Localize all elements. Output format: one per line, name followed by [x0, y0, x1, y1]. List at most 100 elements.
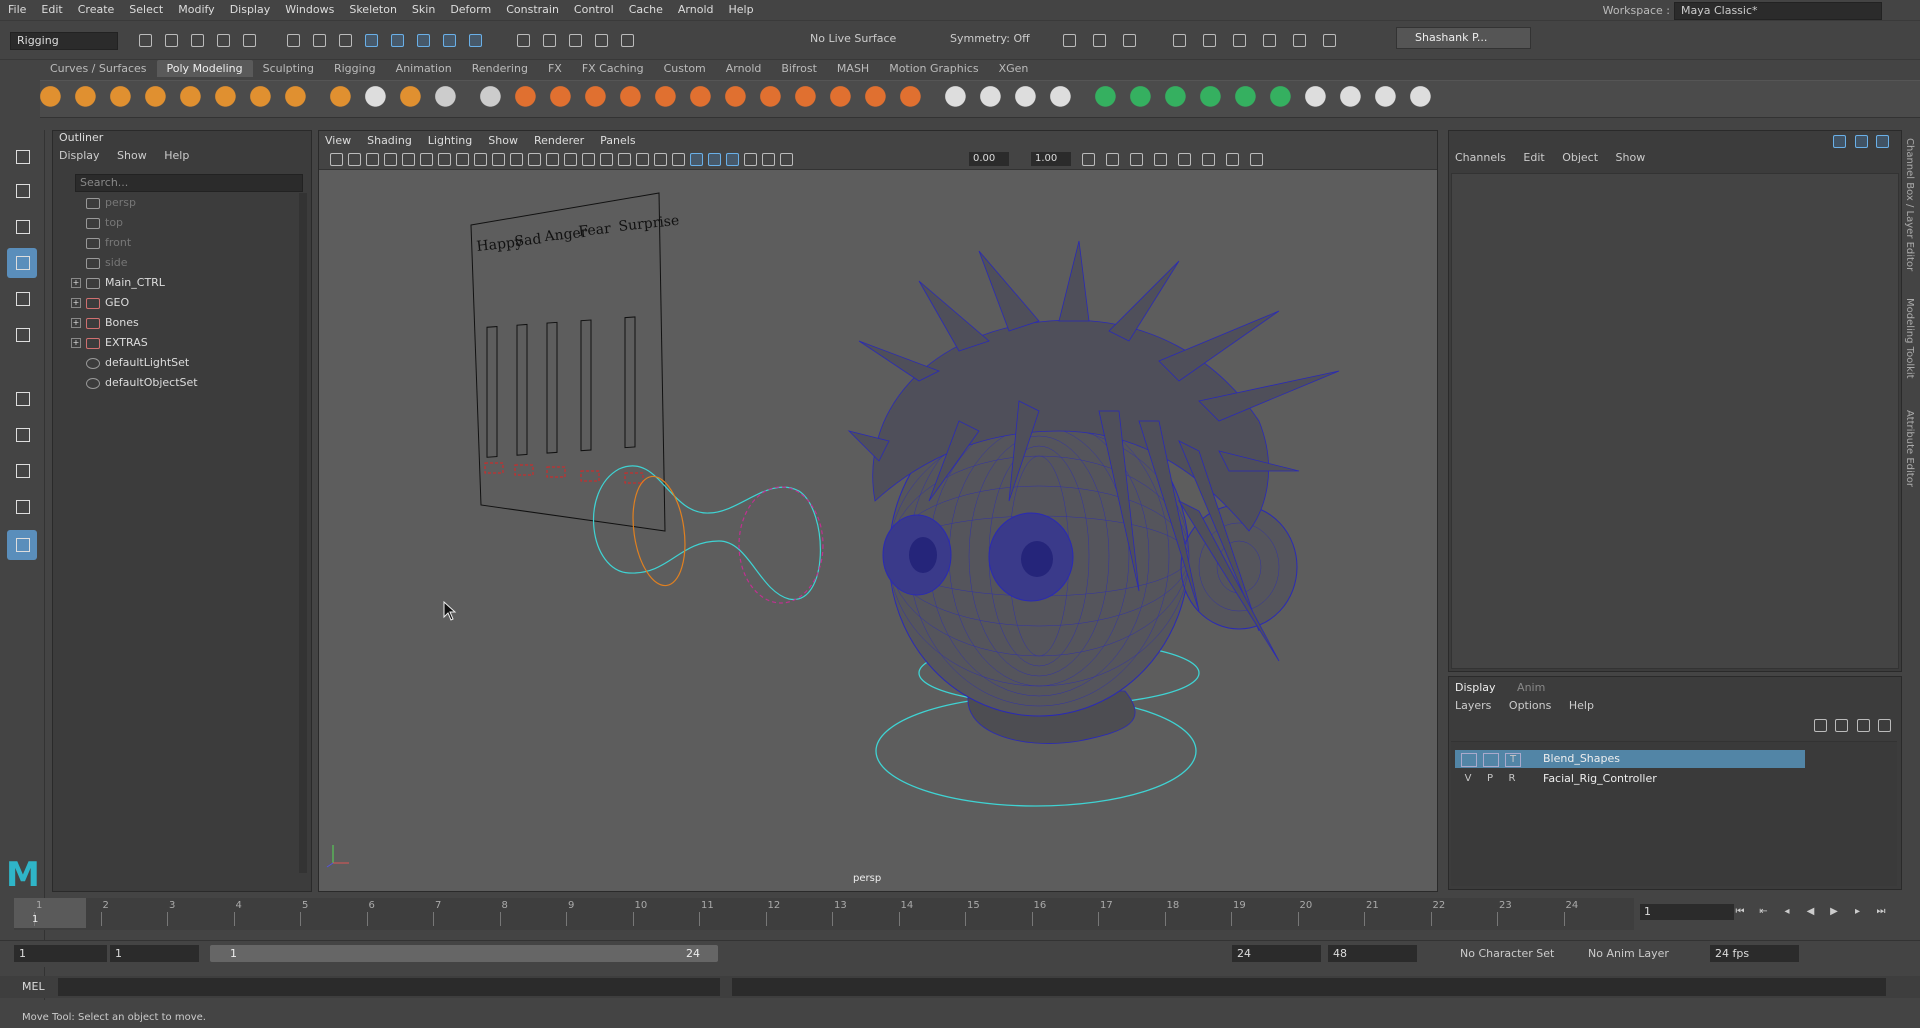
menu-set-select[interactable]: Rigging — [10, 32, 118, 50]
end-time-field[interactable]: 48 — [1328, 945, 1417, 962]
viewport-tool-icon[interactable] — [705, 151, 723, 167]
sweep-icon[interactable] — [435, 86, 461, 112]
viewport-menu-shading[interactable]: Shading — [367, 134, 412, 147]
viewport-tool-icon[interactable] — [651, 151, 669, 167]
expand-icon[interactable]: + — [71, 298, 81, 308]
shelf-tab-fx-caching[interactable]: FX Caching — [572, 60, 654, 77]
layer-r-toggle[interactable]: T — [1505, 753, 1521, 767]
cone-icon[interactable] — [145, 86, 171, 112]
shelf-tab-poly-modeling[interactable]: Poly Modeling — [156, 60, 253, 77]
fill-hole-icon[interactable] — [865, 86, 891, 112]
symmetrize-icon[interactable] — [1410, 86, 1436, 112]
shelf-tab-fx[interactable]: FX — [538, 60, 572, 77]
outliner-item-defaultlightset[interactable]: defaultLightSet — [53, 353, 293, 373]
play-forwards-icon[interactable]: ▶ — [1827, 905, 1841, 919]
current-frame-field[interactable]: 1 — [1640, 904, 1734, 920]
playback-start-field[interactable]: 1 — [110, 945, 199, 962]
offset-loop-icon[interactable] — [1095, 86, 1121, 112]
select-component-icon[interactable] — [336, 32, 354, 48]
step-back-key-icon[interactable]: ⇤ — [1757, 905, 1771, 919]
open-scene-icon[interactable] — [162, 32, 180, 48]
menu-help[interactable]: Help — [721, 0, 761, 20]
render-settings-icon[interactable] — [1200, 32, 1218, 48]
layer-row[interactable]: V P R Facial_Rig_Controller — [1455, 770, 1805, 788]
spherical-map-icon[interactable] — [1305, 86, 1331, 112]
bevel-icon[interactable] — [760, 86, 786, 112]
mel-input[interactable] — [58, 978, 720, 996]
viewport-menu-show[interactable]: Show — [488, 134, 518, 147]
hypershade-icon[interactable] — [1230, 32, 1248, 48]
channel-edit-icon[interactable] — [1873, 133, 1891, 149]
outliner-menu-help[interactable]: Help — [164, 149, 189, 162]
camera-icon[interactable] — [1060, 32, 1078, 48]
viewport-tool-icon[interactable] — [615, 151, 633, 167]
menu-control[interactable]: Control — [566, 0, 621, 20]
layer-v-toggle[interactable] — [1461, 753, 1477, 767]
shelf-tab-motion-graphics[interactable]: Motion Graphics — [879, 60, 988, 77]
outliner-item-extras[interactable]: + EXTRAS — [53, 333, 293, 353]
menu-display[interactable]: Display — [222, 0, 278, 20]
shelf-tab-arnold[interactable]: Arnold — [716, 60, 772, 77]
viewport-tool-icon[interactable] — [1223, 151, 1241, 167]
outliner-item-side[interactable]: side — [53, 253, 293, 273]
viewport-tool-icon[interactable] — [723, 151, 741, 167]
viewport-tool-icon[interactable] — [1103, 151, 1121, 167]
outliner-layout-icon[interactable] — [7, 530, 37, 560]
menu-skeleton[interactable]: Skeleton — [341, 0, 404, 20]
disc-icon[interactable] — [250, 86, 276, 112]
paint-select-tool-icon[interactable] — [7, 212, 37, 242]
shelf-tab-curves-surfaces[interactable]: Curves / Surfaces — [40, 60, 157, 77]
layer-menu-layers[interactable]: Layers — [1455, 699, 1491, 712]
shelf-tab-xgen[interactable]: XGen — [989, 60, 1039, 77]
menu-file[interactable]: File — [0, 0, 33, 20]
menu-skin[interactable]: Skin — [404, 0, 442, 20]
channel-menu-show[interactable]: Show — [1616, 151, 1646, 164]
viewport-tool-icon[interactable] — [1127, 151, 1145, 167]
facial-controller-board[interactable]: HappySad AngerFear Surprise — [470, 192, 680, 532]
mirror-icon[interactable] — [690, 86, 716, 112]
viewport-tool-icon[interactable] — [741, 151, 759, 167]
layer-row[interactable]: T Blend_Shapes — [1455, 750, 1805, 768]
start-time-field[interactable]: 1 — [14, 945, 107, 962]
viewport-tool-icon[interactable] — [1175, 151, 1193, 167]
tab-display[interactable]: Display — [1455, 681, 1496, 694]
input-ops-icon[interactable] — [566, 32, 584, 48]
outliner-menu-show[interactable]: Show — [117, 149, 147, 162]
mel-label[interactable]: MEL — [22, 980, 45, 993]
expand-icon[interactable]: + — [71, 318, 81, 328]
snap-surface-icon[interactable] — [466, 32, 484, 48]
viewport-menu-lighting[interactable]: Lighting — [428, 134, 472, 147]
channel-menu-channels[interactable]: Channels — [1455, 151, 1506, 164]
viewport-tool-icon[interactable] — [1247, 151, 1265, 167]
menu-windows[interactable]: Windows — [277, 0, 341, 20]
shelf-tab-bifrost[interactable]: Bifrost — [771, 60, 827, 77]
tab-channel-box[interactable]: Channel Box / Layer Editor — [1904, 138, 1915, 271]
menu-create[interactable]: Create — [70, 0, 122, 20]
sphere-icon[interactable] — [40, 86, 66, 112]
shelf-tab-custom[interactable]: Custom — [654, 60, 716, 77]
expand-icon[interactable]: + — [71, 278, 81, 288]
viewport-menu-panels[interactable]: Panels — [600, 134, 635, 147]
step-forward-frame-icon[interactable]: ▸ — [1851, 905, 1865, 919]
viewport-tool-icon[interactable] — [687, 151, 705, 167]
outliner-item-main-ctrl[interactable]: + Main_CTRL — [53, 273, 293, 293]
viewport-tool-icon[interactable] — [777, 151, 795, 167]
smooth-icon[interactable] — [655, 86, 681, 112]
transfer-icon[interactable] — [1200, 86, 1226, 112]
undo-icon[interactable] — [214, 32, 232, 48]
viewport-tool-icon[interactable] — [381, 151, 399, 167]
construction-history-icon[interactable] — [618, 32, 636, 48]
exposure-field[interactable]: 0.00 — [969, 152, 1009, 166]
insert-loop-icon[interactable] — [1050, 86, 1076, 112]
viewport-tool-icon[interactable] — [759, 151, 777, 167]
viewport-tool-icon[interactable] — [579, 151, 597, 167]
go-to-end-icon[interactable]: ⏭ — [1874, 905, 1888, 919]
light-editor-icon[interactable] — [1290, 32, 1308, 48]
menu-deform[interactable]: Deform — [442, 0, 498, 20]
outliner-search-input[interactable]: Search... — [75, 174, 303, 192]
planar-map-icon[interactable] — [1235, 86, 1261, 112]
play-backwards-icon[interactable]: ◀ — [1804, 905, 1818, 919]
viewport-tool-icon[interactable] — [471, 151, 489, 167]
tab-modeling-toolkit[interactable]: Modeling Toolkit — [1904, 298, 1915, 379]
snap-grid-icon[interactable] — [362, 32, 380, 48]
